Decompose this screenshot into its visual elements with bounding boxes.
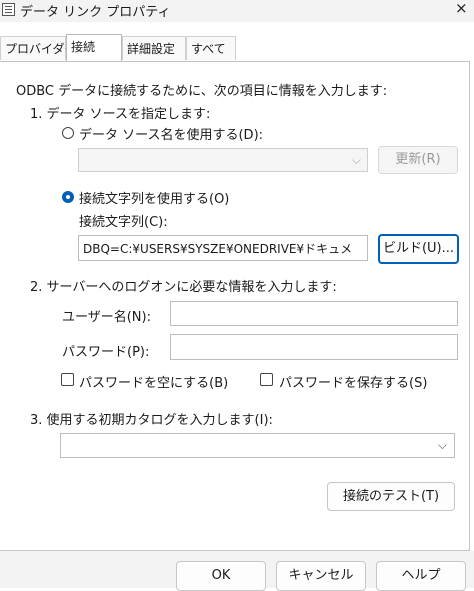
use-dsn-radio[interactable] xyxy=(62,127,74,139)
username-input[interactable] xyxy=(170,301,458,326)
tab-advanced[interactable]: 詳細設定 xyxy=(122,36,186,60)
chevron-down-icon: ⌵ xyxy=(437,438,447,452)
ok-button[interactable]: OK xyxy=(176,561,266,591)
password-label: パスワード(P): xyxy=(62,345,150,360)
blank-password-checkbox[interactable] xyxy=(61,373,74,386)
step3-heading: 3. 使用する初期カタログを入力します(I): xyxy=(30,413,273,428)
cancel-button[interactable]: キャンセル xyxy=(276,561,366,591)
username-label: ユーザー名(N): xyxy=(62,310,151,325)
close-icon[interactable]: × xyxy=(455,0,468,17)
use-connstr-label: 接続文字列を使用する(O) xyxy=(79,192,230,207)
tab-provider[interactable]: プロバイダー xyxy=(0,36,77,60)
tab-connection[interactable]: 接続 xyxy=(66,34,122,61)
use-connstr-radio[interactable] xyxy=(62,191,74,203)
connstr-label: 接続文字列(C): xyxy=(79,215,168,230)
tab-strip: プロバイダー 接続 詳細設定 すべて xyxy=(0,34,474,62)
help-button[interactable]: ヘルプ xyxy=(376,561,466,591)
step1-heading: 1. データ ソースを指定します: xyxy=(30,107,211,122)
catalog-select[interactable]: ⌵ xyxy=(60,433,455,458)
save-password-checkbox[interactable] xyxy=(260,373,273,386)
save-password-label: パスワードを保存する(S) xyxy=(279,376,428,391)
title-bar: データ リンク プロパティ × xyxy=(0,0,474,22)
window-icon xyxy=(2,3,15,16)
blank-password-label: パスワードを空にする(B) xyxy=(79,376,229,391)
test-connection-button[interactable]: 接続のテスト(T) xyxy=(327,482,455,511)
dialog-footer: OK キャンセル ヘルプ xyxy=(0,551,474,591)
tab-all[interactable]: すべて xyxy=(186,36,236,60)
window-title: データ リンク プロパティ xyxy=(20,5,171,20)
connstr-value: DBQ=C:¥USERS¥SYSZE¥ONEDRIVE¥ドキュメ xyxy=(83,242,353,256)
connstr-input[interactable]: DBQ=C:¥USERS¥SYSZE¥ONEDRIVE¥ドキュメ xyxy=(78,235,368,261)
use-dsn-label: データ ソース名を使用する(D): xyxy=(79,128,264,143)
intro-text: ODBC データに接続するために、次の項目に情報を入力します: xyxy=(16,84,388,99)
chevron-down-icon: ⌵ xyxy=(351,153,361,167)
dsn-select[interactable]: ⌵ xyxy=(78,148,368,172)
refresh-button[interactable]: 更新(R) xyxy=(378,146,458,174)
step2-heading: 2. サーバーへのログオンに必要な情報を入力します: xyxy=(30,280,337,295)
build-button[interactable]: ビルド(U)... xyxy=(378,234,459,264)
password-input[interactable] xyxy=(170,334,458,360)
